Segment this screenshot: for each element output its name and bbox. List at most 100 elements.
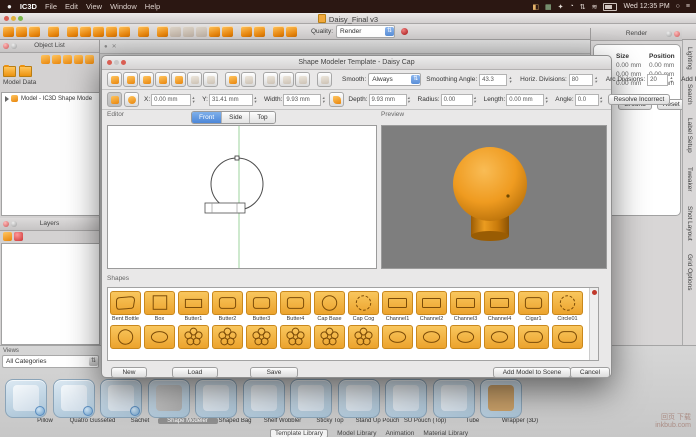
field-angle[interactable]: 0.0 xyxy=(575,94,599,106)
pointer-tool-icon[interactable] xyxy=(48,26,59,37)
viewport-tab-icon[interactable]: ● xyxy=(104,44,108,50)
template-tile-sachet[interactable] xyxy=(100,379,142,418)
shape-tile[interactable] xyxy=(178,325,209,349)
stepper[interactable]: ▴▾ xyxy=(408,94,414,105)
library-tab-material-library[interactable]: Material Library xyxy=(423,430,468,437)
smooth-select[interactable]: Always⇅ xyxy=(368,73,421,86)
shape-tile-bent-bottle[interactable]: Bent Bottle xyxy=(110,291,141,322)
shape-tile-butter3[interactable]: Butter3 xyxy=(246,291,277,322)
shape-tool-icon[interactable] xyxy=(171,72,186,87)
panel-collapse-button[interactable] xyxy=(11,221,17,227)
shape-tile[interactable] xyxy=(416,325,447,349)
field-x[interactable]: 0.00 mm xyxy=(151,94,191,106)
material-tool-icon[interactable] xyxy=(241,26,252,37)
refresh-tool-icon[interactable] xyxy=(119,26,130,37)
menu-help[interactable]: Help xyxy=(145,2,160,11)
template-tile-shape-modeler[interactable] xyxy=(148,379,190,418)
shape-tile-cigar1[interactable]: Cigar1 xyxy=(518,291,549,322)
stepper[interactable]: ▴▾ xyxy=(670,74,676,85)
shape-tile[interactable] xyxy=(518,325,549,349)
unlink-icon[interactable] xyxy=(52,55,61,64)
tab-side[interactable]: Side xyxy=(222,112,250,123)
delete-layer-icon[interactable] xyxy=(14,232,23,241)
template-tile-sticky-top[interactable] xyxy=(290,379,332,418)
shape-tile-channel2[interactable]: Channel2 xyxy=(416,291,447,322)
dialog-zoom-button[interactable] xyxy=(121,60,126,65)
stepper[interactable]: ▴▾ xyxy=(474,94,480,105)
record-button[interactable] xyxy=(401,28,408,35)
zoom-out-tool-icon[interactable] xyxy=(139,72,154,87)
shape-tile-channel3[interactable]: Channel3 xyxy=(450,291,481,322)
preview-canvas[interactable] xyxy=(381,125,607,269)
battery-icon[interactable] xyxy=(603,3,617,11)
select-tool-icon[interactable] xyxy=(107,72,122,87)
shape-tile[interactable] xyxy=(246,325,277,349)
shape-tile-butter1[interactable]: Butter1 xyxy=(178,291,209,322)
dialog-close-button[interactable] xyxy=(107,60,112,65)
editor-canvas[interactable] xyxy=(107,125,377,269)
library-tab-animation[interactable]: Animation xyxy=(385,430,414,437)
shape-tile[interactable] xyxy=(144,325,175,349)
disclosure-triangle-icon[interactable] xyxy=(5,96,9,102)
stepper[interactable]: ▴▾ xyxy=(509,74,515,85)
link-icon[interactable] xyxy=(41,55,50,64)
shapes-scrollbar[interactable] xyxy=(589,288,598,360)
field-depth[interactable]: 9.93 mm xyxy=(369,94,407,106)
library-tab-model-library[interactable]: Model Library xyxy=(337,430,376,437)
add-layer-icon[interactable] xyxy=(3,232,12,241)
shape-tile-box[interactable]: Box xyxy=(144,291,175,322)
shape-tile[interactable] xyxy=(552,325,583,349)
template-tile-shelf-wobbler[interactable] xyxy=(243,379,285,418)
text-tool-icon[interactable] xyxy=(209,26,220,37)
template-tile-stand-up-pouch[interactable] xyxy=(338,379,380,418)
scale-tool-icon[interactable] xyxy=(106,26,117,37)
template-tile-quatro-gusseted[interactable] xyxy=(53,379,95,418)
shape-tile[interactable] xyxy=(280,325,311,349)
side-tab-lighting[interactable]: Lighting xyxy=(686,47,693,70)
rotate-tool-icon[interactable] xyxy=(80,26,91,37)
folder-open-icon[interactable] xyxy=(19,66,32,77)
shape-tile-butter4[interactable]: Butter4 xyxy=(280,291,311,322)
tab-front[interactable]: Front xyxy=(192,112,222,123)
shape-tile-channel4[interactable]: Channel4 xyxy=(484,291,515,322)
side-tab-shot-layout[interactable]: Shot Layout xyxy=(686,206,693,241)
layers-list[interactable] xyxy=(1,243,100,345)
zoom-tool-icon[interactable] xyxy=(67,26,78,37)
panel-collapse-button[interactable] xyxy=(11,43,17,49)
horiz-divisions-field[interactable]: 80 xyxy=(569,74,593,86)
app-status-icon[interactable]: ▦ xyxy=(545,3,552,11)
bluetooth-icon[interactable]: ⇅ xyxy=(580,3,586,11)
side-tab-label-setup[interactable]: Label Setup xyxy=(686,118,693,153)
template-tile-su-pouch-top-[interactable] xyxy=(385,379,427,418)
app-status-icon[interactable]: ◧ xyxy=(532,3,539,11)
undo-icon[interactable] xyxy=(273,26,284,37)
environment-tool-icon[interactable] xyxy=(254,26,265,37)
menu-window[interactable]: Window xyxy=(110,2,137,11)
stepper[interactable]: ▴▾ xyxy=(595,74,601,85)
cancel-button[interactable]: Cancel xyxy=(570,367,610,378)
save-button[interactable]: Save xyxy=(250,367,298,378)
pan-tool-icon[interactable] xyxy=(93,26,104,37)
delete-icon[interactable] xyxy=(85,55,94,64)
panel-close-button[interactable] xyxy=(3,43,9,49)
shape-tile-circle01[interactable]: Circle01 xyxy=(552,291,583,322)
arc-divisions-field[interactable]: 20 xyxy=(647,74,668,86)
template-tile-shaped-bag[interactable] xyxy=(195,379,237,418)
template-tile-pillow[interactable] xyxy=(5,379,47,418)
new-button[interactable]: New xyxy=(111,367,147,378)
menu-file[interactable]: File xyxy=(45,2,57,11)
stepper[interactable]: ▴▾ xyxy=(545,94,551,105)
shape-tile-cap-cog[interactable]: Cap Cog xyxy=(348,291,379,322)
smoothing-angle-field[interactable]: 43.3 xyxy=(479,74,507,86)
notification-center-icon[interactable]: ≡ xyxy=(686,3,690,10)
dialog-minimize-button[interactable] xyxy=(114,60,119,65)
field-width[interactable]: 9.93 mm xyxy=(283,94,321,106)
edit-mode-button[interactable] xyxy=(107,92,122,107)
shape-tile-channel1[interactable]: Channel1 xyxy=(382,291,413,322)
brush-tool-icon[interactable] xyxy=(329,92,344,107)
side-tab-tweaker[interactable]: Tweaker xyxy=(686,167,693,192)
template-tile-tube[interactable] xyxy=(433,379,475,418)
stepper[interactable]: ▴▾ xyxy=(192,94,198,105)
quality-select[interactable]: Render⇅ xyxy=(336,25,395,38)
side-tab-search[interactable]: Search xyxy=(686,84,693,105)
